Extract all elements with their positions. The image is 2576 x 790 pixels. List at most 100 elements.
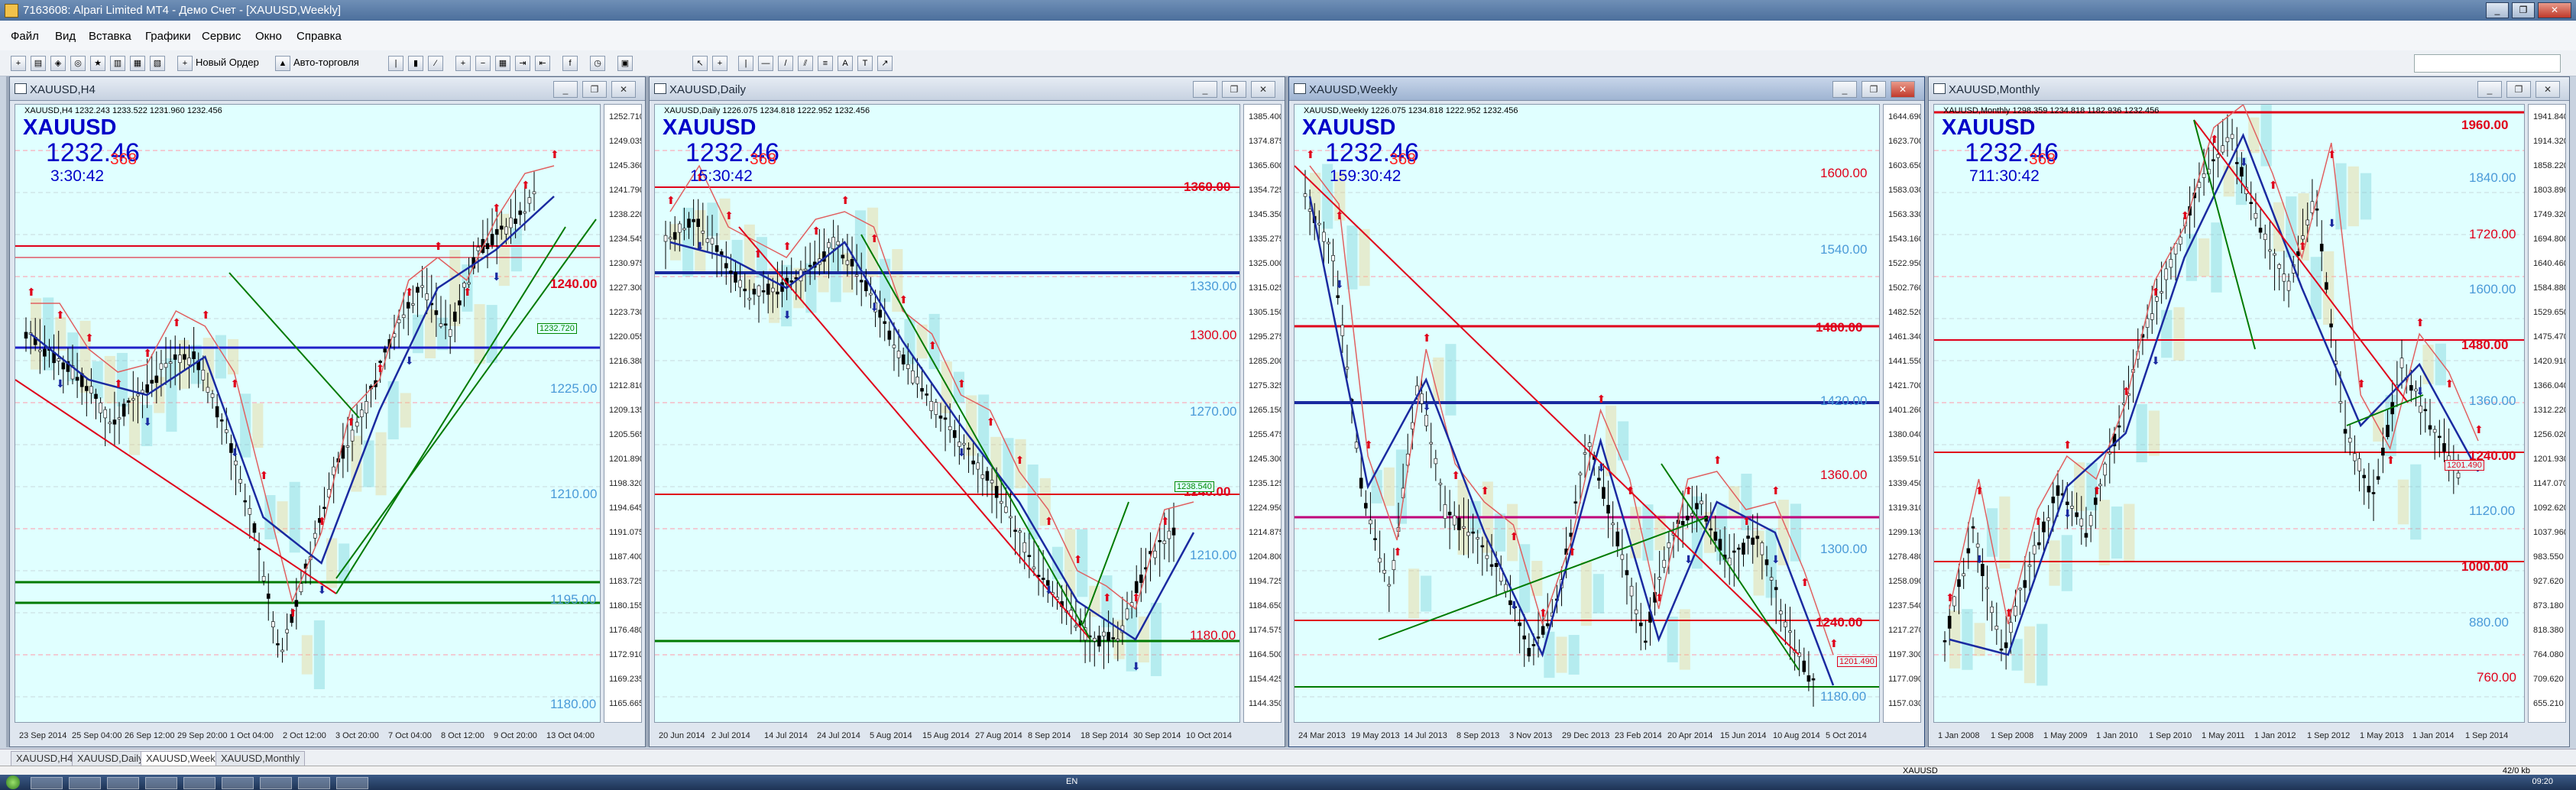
taskbar-app-icon[interactable] [298, 777, 330, 789]
zoom-in-icon[interactable]: + [455, 56, 471, 71]
vertical-line-icon[interactable]: | [738, 56, 753, 71]
candle-body [261, 576, 266, 581]
horizontal-line-icon[interactable]: — [758, 56, 773, 71]
taskbar-app-icon[interactable] [69, 777, 101, 789]
market-watch-icon[interactable]: ◈ [50, 56, 66, 71]
candle-body [841, 254, 845, 259]
candle-body [952, 430, 957, 439]
chart-window-h4[interactable]: XAUUSD,H4 _ ❐ ✕ ⬆ ⬆ ⬇ ⬆ ⬆ ⬆ ⬇ ⬆ ⬆ ⬆ ⬇ ⬆ ⬆ ⬆ ⬇ ⬆ ⬆ ⬆ ⬇ ⬆ ⬆ ⬆ ⬇ ⬆… [9, 76, 646, 747]
candle-body [2325, 282, 2328, 290]
menu-charts[interactable]: Графики [145, 30, 191, 43]
chart-minimize-button[interactable]: _ [1193, 81, 1217, 98]
chart-maximize-button[interactable]: ❐ [582, 81, 607, 98]
chart-shift-icon[interactable]: ⇤ [535, 56, 550, 71]
level-label: 1540.00 [1820, 242, 1868, 257]
level-label: 1360.00 [1820, 468, 1868, 482]
price-axis-label: 1201.930 [2533, 455, 2566, 464]
chart-close-button[interactable]: ✕ [1251, 81, 1275, 98]
candle-body [1041, 578, 1045, 580]
tile-windows-icon[interactable]: ▦ [495, 56, 510, 71]
chart-minimize-button[interactable]: _ [2477, 81, 2502, 98]
chart-close-button[interactable]: ✕ [1891, 81, 1915, 98]
candle-body [2315, 208, 2319, 211]
chart-plot-area[interactable]: ⬆⬆⬇⬆⬆⬆⬇⬆⬆⬆⬇⬆⬆⬆⬇⬆⬆⬆⬇⬆⬆⬆⬇⬆⬆ XAUUSD,Monthly… [1933, 104, 2525, 723]
line-chart-icon[interactable]: ⁄ [428, 56, 443, 71]
chart-plot-area[interactable]: ⬆ ⬆ ⬇ ⬆ ⬆ ⬆ ⬇ ⬆ ⬆ ⬆ ⬇ ⬆ ⬆ ⬆ ⬇ ⬆ ⬆ ⬆ ⬇ ⬆ ⬆ ⬆ ⬇ ⬆ ⬆ XAUUSD,H4 1232… [15, 104, 601, 723]
chart-maximize-button[interactable]: ❐ [2506, 81, 2531, 98]
language-indicator[interactable]: EN [1066, 777, 1077, 786]
new-order-button[interactable]: Новый Ордер [196, 55, 259, 70]
close-button[interactable]: ✕ [2538, 2, 2571, 18]
menu-insert[interactable]: Вставка [89, 30, 131, 43]
terminal-icon[interactable]: ▥ [110, 56, 125, 71]
label-icon[interactable]: T [857, 56, 873, 71]
profiles-icon[interactable]: ▤ [31, 56, 46, 71]
channel-icon[interactable]: ⫽ [798, 56, 813, 71]
tester-icon-2[interactable]: ▧ [150, 56, 165, 71]
tab-xauusd-h4[interactable]: XAUUSD,H4 [11, 751, 79, 766]
navigator-icon[interactable]: ★ [90, 56, 105, 71]
chart-window-caption: XAUUSD,Monthly _ ❐ ✕ [1929, 77, 2569, 101]
candle-body [1345, 367, 1350, 370]
text-icon[interactable]: A [838, 56, 853, 71]
autotrade-icon[interactable]: ▲ [275, 56, 290, 71]
chart-close-button[interactable]: ✕ [611, 81, 636, 98]
crosshair-icon[interactable]: + [712, 56, 727, 71]
price-axis-label: 1154.425 [1249, 675, 1282, 684]
autoscroll-icon[interactable]: ⇥ [515, 56, 530, 71]
fractal-up-arrow: ⬆ [56, 309, 65, 322]
zoom-out-icon[interactable]: − [475, 56, 491, 71]
arrows-icon[interactable]: ↗ [877, 56, 893, 71]
search-input[interactable] [2414, 54, 2561, 73]
indicators-icon[interactable]: f [562, 56, 578, 71]
chart-plot-area[interactable]: ⬆ ⬆ ⬇ ⬆ ⬆ ⬆ ⬇ ⬆ ⬆ ⬆ ⬇ ⬆ ⬆ ⬆ ⬇ ⬆ ⬆ ⬆ ⬇ ⬆ ⬆ ⬆ ⬇ ⬆ ⬆ XAUUSD,Weekly … [1294, 104, 1880, 723]
menu-help[interactable]: Справка [296, 30, 342, 43]
tab-xauusd-daily[interactable]: XAUUSD,Daily [72, 751, 149, 766]
menu-tools[interactable]: Сервис [202, 30, 241, 43]
price-axis-label: 1563.330 [1888, 210, 1921, 219]
candle-body [117, 417, 122, 419]
chart-window-monthly[interactable]: XAUUSD,Monthly _ ❐ ✕ ⬆ ⬆ ⬇ ⬆ ⬆ ⬆ ⬇ ⬆ ⬆ ⬆ ⬇ ⬆ ⬆ ⬆ ⬇ ⬆ ⬆ ⬆ ⬇… [1928, 76, 2570, 747]
candle-body [2423, 409, 2428, 412]
cursor-icon[interactable]: ↖ [692, 56, 708, 71]
tester-icon[interactable]: ▦ [130, 56, 145, 71]
time-axis-label: 27 Aug 2014 [975, 731, 1022, 740]
menu-view[interactable]: Вид [55, 30, 76, 43]
taskbar-app-icon[interactable] [183, 777, 215, 789]
templates-icon[interactable]: ▣ [617, 56, 633, 71]
price-axis-label: 1325.000 [1249, 259, 1282, 268]
chart-maximize-button[interactable]: ❐ [1222, 81, 1246, 98]
taskbar-app-icon[interactable] [222, 777, 254, 789]
chart-minimize-button[interactable]: _ [553, 81, 578, 98]
taskbar-app-icon[interactable] [260, 777, 292, 789]
start-button-icon[interactable] [6, 775, 20, 789]
data-window-icon[interactable]: ◎ [70, 56, 86, 71]
minimize-button[interactable]: _ [2486, 2, 2509, 18]
chart-minimize-button[interactable]: _ [1832, 81, 1857, 98]
chart-maximize-button[interactable]: ❐ [1862, 81, 1886, 98]
taskbar-app-icon[interactable] [107, 777, 139, 789]
bar-chart-icon[interactable]: | [388, 56, 403, 71]
chart-close-button[interactable]: ✕ [2535, 81, 2560, 98]
autotrade-button[interactable]: Авто-торговля [293, 55, 359, 70]
taskbar-app-icon[interactable] [145, 777, 177, 789]
chart-window-weekly[interactable]: XAUUSD,Weekly _ ❐ ✕ ⬆ ⬆ ⬇ ⬆ ⬆ ⬆ ⬇ ⬆ ⬆ ⬆ ⬇ ⬆ ⬆ ⬆ ⬇ ⬆ ⬆ ⬆ ⬇ ⬆… [1288, 76, 1925, 747]
cloud-bar [375, 432, 387, 496]
taskbar-app-icon[interactable] [336, 777, 368, 789]
candles-icon[interactable]: ▮ [408, 56, 423, 71]
candle-body [1597, 478, 1601, 481]
price-axis-label: 1216.380 [609, 357, 642, 366]
periods-icon[interactable]: ◷ [590, 56, 605, 71]
fibo-icon[interactable]: ≡ [818, 56, 833, 71]
new-order-icon[interactable]: + [177, 56, 193, 71]
taskbar-app-icon[interactable] [31, 777, 63, 789]
trendline-icon[interactable]: / [778, 56, 793, 71]
restore-button[interactable]: ❐ [2512, 2, 2535, 18]
menu-window[interactable]: Окно [255, 30, 282, 43]
candle-body [1111, 637, 1115, 639]
chart-window-daily[interactable]: XAUUSD,Daily _ ❐ ✕ ⬆ ⬆ ⬇ ⬆ ⬆ ⬆ ⬇ ⬆ ⬆ ⬆ ⬇ ⬆ ⬆ ⬆ ⬇ ⬆ ⬆ ⬆ ⬇ ⬆ ⬆… [649, 76, 1285, 747]
new-chart-icon[interactable]: + [11, 56, 26, 71]
menu-file[interactable]: Файл [11, 30, 39, 43]
chart-plot-area[interactable]: ⬆⬆⬇⬆⬆⬆⬇⬆⬆⬆⬇⬆⬆⬆⬇⬆⬆⬆⬇⬆⬆⬆⬇⬆⬆ XAUUSD,Daily 1… [654, 104, 1240, 723]
tab-xauusd-monthly[interactable]: XAUUSD,Monthly [215, 751, 306, 766]
